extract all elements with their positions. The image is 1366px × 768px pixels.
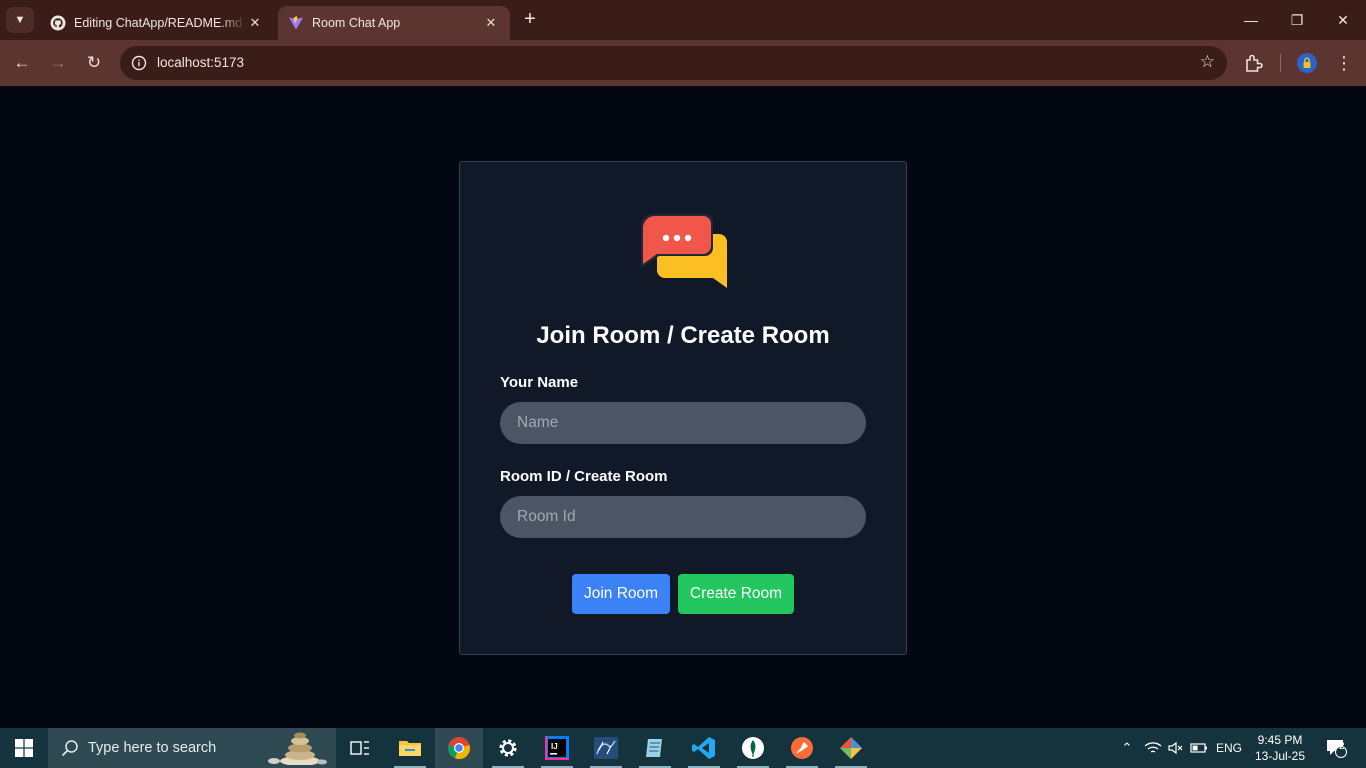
- bookmark-star-icon[interactable]: ☆: [1200, 52, 1215, 72]
- tab-github-readme[interactable]: Editing ChatApp/README.md at ✕: [40, 6, 274, 40]
- task-view-button[interactable]: [336, 728, 384, 768]
- github-icon: [50, 15, 66, 31]
- git-gui-icon: [840, 737, 862, 759]
- tab-room-chat-app[interactable]: Room Chat App ✕: [278, 6, 510, 40]
- close-tab-icon[interactable]: ✕: [246, 15, 264, 31]
- search-highlight-stones-image: [268, 732, 327, 765]
- notification-count: 2: [1339, 741, 1345, 752]
- vite-icon: [289, 16, 303, 30]
- system-clock[interactable]: 9:45 PM 13-Jul-25: [1248, 732, 1312, 764]
- extensions-icon[interactable]: [1242, 51, 1266, 75]
- page-title: Join Room / Create Room: [536, 322, 830, 349]
- name-input[interactable]: [500, 402, 866, 444]
- close-tab-icon[interactable]: ✕: [482, 15, 500, 31]
- search-placeholder: Type here to search: [88, 740, 217, 756]
- gear-icon: [499, 739, 517, 757]
- network-status[interactable]: [1141, 728, 1165, 768]
- profile-avatar-icon[interactable]: [1295, 51, 1319, 75]
- room-id-input[interactable]: [500, 496, 866, 538]
- browser-tab-strip: ▼ Editing ChatApp/README.md at ✕ Room Ch…: [0, 0, 1366, 40]
- taskbar-notepad[interactable]: [631, 728, 679, 768]
- chat-bubbles-icon: [641, 214, 727, 288]
- intellij-icon: IJ: [545, 736, 569, 760]
- forward-button[interactable]: →: [46, 51, 70, 75]
- taskbar-chrome[interactable]: [435, 728, 483, 768]
- tab-title: Room Chat App: [312, 16, 401, 30]
- task-view-icon: [350, 741, 369, 755]
- page-viewport: Join Room / Create Room Your Name Room I…: [0, 86, 1366, 728]
- file-explorer-icon: [399, 741, 421, 756]
- name-label: Your Name: [500, 374, 579, 391]
- clock-time: 9:45 PM: [1257, 733, 1303, 747]
- minimize-button[interactable]: —: [1228, 8, 1274, 32]
- new-tab-button[interactable]: +: [518, 9, 542, 31]
- svg-text:IJ: IJ: [551, 742, 558, 751]
- show-hidden-icons-button[interactable]: ⌃: [1116, 728, 1138, 768]
- url-text[interactable]: localhost:5173: [157, 55, 244, 70]
- reload-button[interactable]: ↻: [82, 51, 106, 75]
- create-room-button[interactable]: Create Room: [678, 574, 794, 614]
- tab-search-button[interactable]: ▼: [6, 7, 34, 33]
- site-info-icon[interactable]: [130, 54, 148, 72]
- taskbar-search-box[interactable]: Type here to search: [48, 728, 336, 768]
- search-icon: [61, 740, 78, 757]
- clock-date: 13-Jul-25: [1254, 749, 1306, 763]
- address-bar[interactable]: localhost:5173 ☆: [120, 46, 1227, 80]
- taskbar-intellij[interactable]: IJ: [533, 728, 581, 768]
- start-button[interactable]: [0, 728, 48, 768]
- wifi-icon: [1144, 742, 1162, 753]
- postman-icon: [791, 737, 813, 759]
- chevron-down-icon: ▼: [14, 14, 26, 26]
- battery-status[interactable]: [1188, 728, 1210, 768]
- close-window-button[interactable]: ✕: [1320, 8, 1366, 32]
- chrome-icon: [448, 737, 471, 760]
- join-room-button[interactable]: Join Room: [572, 574, 670, 614]
- notepad-icon: [646, 739, 662, 757]
- windows-taskbar: Type here to search IJ ⌃ ENG 9:45 PM 13-…: [0, 728, 1366, 768]
- mysql-workbench-icon: [594, 737, 618, 759]
- back-button[interactable]: ←: [10, 51, 34, 75]
- mongodb-leaf-icon: [742, 737, 764, 759]
- speaker-muted-icon: [1168, 741, 1183, 755]
- taskbar-git-gui[interactable]: [827, 728, 875, 768]
- chevron-up-icon: ⌃: [1121, 740, 1133, 755]
- taskbar-file-explorer[interactable]: [386, 728, 434, 768]
- tab-title: Editing ChatApp/README.md at: [74, 16, 246, 30]
- input-language[interactable]: ENG: [1212, 728, 1246, 768]
- toolbar-divider: [1280, 54, 1281, 72]
- windows-logo-icon: [15, 739, 33, 757]
- taskbar-vscode[interactable]: [680, 728, 728, 768]
- room-id-label: Room ID / Create Room: [500, 468, 668, 485]
- taskbar-settings[interactable]: [484, 728, 532, 768]
- volume-status[interactable]: [1165, 728, 1187, 768]
- browser-toolbar: ← → ↻ localhost:5173 ☆ ⋮: [0, 40, 1366, 86]
- kebab-menu-icon[interactable]: ⋮: [1332, 51, 1356, 75]
- vscode-icon: [692, 737, 715, 759]
- taskbar-mysql-workbench[interactable]: [582, 728, 630, 768]
- restore-button[interactable]: ❐: [1274, 8, 1320, 32]
- taskbar-mongodb-compass[interactable]: [729, 728, 777, 768]
- action-center-button[interactable]: 2: [1318, 728, 1354, 768]
- join-room-card: Join Room / Create Room Your Name Room I…: [459, 161, 907, 655]
- battery-charging-icon: [1190, 743, 1207, 753]
- taskbar-postman[interactable]: [778, 728, 826, 768]
